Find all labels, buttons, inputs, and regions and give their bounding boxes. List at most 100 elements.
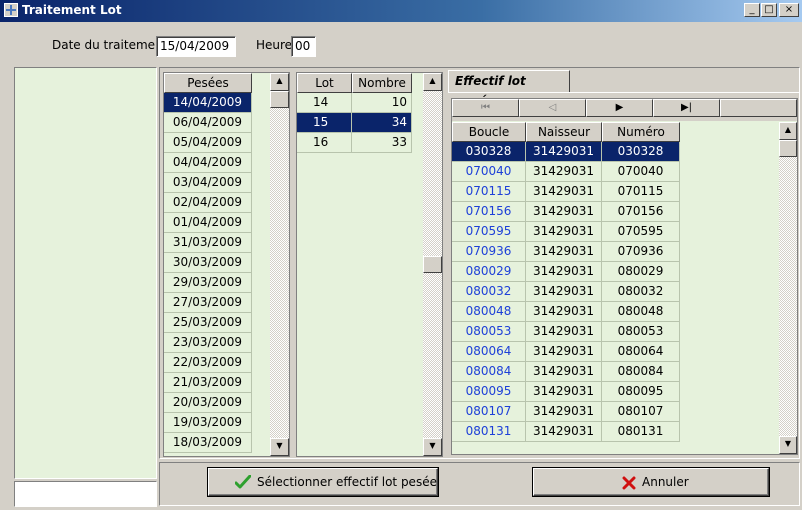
boucle-header[interactable]: Boucle [452,122,526,142]
naisseur-cell[interactable]: 31429031 [526,222,602,242]
scroll-down-icon[interactable]: ▼ [270,438,289,456]
boucle-cell[interactable]: 080131 [452,422,526,442]
numero-cell[interactable]: 070936 [602,242,680,262]
numero-cell[interactable]: 070156 [602,202,680,222]
numero-cell[interactable]: 080131 [602,422,680,442]
nombre-cell[interactable]: 33 [352,133,412,153]
naisseur-cell[interactable]: 31429031 [526,282,602,302]
minimize-button[interactable]: _ [744,3,760,17]
naisseur-cell[interactable]: 31429031 [526,242,602,262]
scroll-thumb[interactable] [779,140,797,157]
numero-cell[interactable]: 080029 [602,262,680,282]
title-bar[interactable]: Traitement Lot _ □ × [0,0,802,22]
nav-first-icon[interactable]: ⏮ [452,99,519,117]
pesee-list-item[interactable]: 03/04/2009 [164,173,252,193]
heure-field[interactable]: 00 [291,36,316,57]
pesees-scrollbar[interactable]: ▲ ▼ [270,73,289,456]
pesee-list-item[interactable]: 18/03/2009 [164,433,252,453]
nav-prev-icon[interactable]: ◁ [519,99,586,117]
numero-cell[interactable]: 080048 [602,302,680,322]
pesee-list-item[interactable]: 31/03/2009 [164,233,252,253]
pesee-list-item[interactable]: 29/03/2009 [164,273,252,293]
pesee-list-item[interactable]: 14/04/2009 [164,93,252,113]
pesee-list-item[interactable]: 21/03/2009 [164,373,252,393]
numero-cell[interactable]: 080084 [602,362,680,382]
scroll-up-icon[interactable]: ▲ [779,122,797,140]
pesee-list-item[interactable]: 04/04/2009 [164,153,252,173]
boucle-cell[interactable]: 070115 [452,182,526,202]
pesee-list-item[interactable]: 02/04/2009 [164,193,252,213]
pesee-list-item[interactable]: 20/03/2009 [164,393,252,413]
naisseur-cell[interactable]: 31429031 [526,422,602,442]
lot-cell[interactable]: 15 [297,113,352,133]
date-field[interactable]: 15/04/2009 [156,36,236,57]
naisseur-cell[interactable]: 31429031 [526,202,602,222]
maximize-button[interactable]: □ [761,3,777,17]
numero-cell[interactable]: 080032 [602,282,680,302]
boucle-cell[interactable]: 080107 [452,402,526,422]
select-effectif-button[interactable]: Sélectionner effectif lot pesée [208,468,438,496]
lot-cell[interactable]: 14 [297,93,352,113]
nav-next-icon[interactable]: ▶ [586,99,653,117]
boucle-cell[interactable]: 080084 [452,362,526,382]
boucle-cell[interactable]: 080053 [452,322,526,342]
numero-cell[interactable]: 080053 [602,322,680,342]
boucle-cell[interactable]: 080064 [452,342,526,362]
pesee-list-item[interactable]: 19/03/2009 [164,413,252,433]
pesee-list-item[interactable]: 27/03/2009 [164,293,252,313]
naisseur-cell[interactable]: 31429031 [526,262,602,282]
pesee-list-item[interactable]: 06/04/2009 [164,113,252,133]
numero-cell[interactable]: 030328 [602,142,680,162]
scroll-thumb[interactable] [270,91,289,108]
lot-scrollbar[interactable]: ▲ ▼ [423,73,442,456]
boucle-cell[interactable]: 080095 [452,382,526,402]
naisseur-cell[interactable]: 31429031 [526,142,602,162]
numero-cell[interactable]: 080095 [602,382,680,402]
scroll-down-icon[interactable]: ▼ [779,436,797,454]
pesee-list-item[interactable]: 23/03/2009 [164,333,252,353]
pesee-list-item[interactable]: 22/03/2009 [164,353,252,373]
naisseur-cell[interactable]: 31429031 [526,382,602,402]
effectif-scrollbar[interactable]: ▲ ▼ [779,122,797,454]
numero-cell[interactable]: 070040 [602,162,680,182]
boucle-cell[interactable]: 080048 [452,302,526,322]
scroll-up-icon[interactable]: ▲ [270,73,289,91]
naisseur-cell[interactable]: 31429031 [526,362,602,382]
scroll-up-icon[interactable]: ▲ [423,73,442,91]
boucle-cell[interactable]: 080032 [452,282,526,302]
lot-cell[interactable]: 16 [297,133,352,153]
lot-header[interactable]: Lot [297,73,352,93]
pesee-list-item[interactable]: 05/04/2009 [164,133,252,153]
naisseur-cell[interactable]: 31429031 [526,342,602,362]
boucle-cell[interactable]: 070936 [452,242,526,262]
naisseur-cell[interactable]: 31429031 [526,322,602,342]
numero-header[interactable]: Numéro [602,122,680,142]
scroll-thumb[interactable] [423,256,442,273]
pesee-list-item[interactable]: 30/03/2009 [164,253,252,273]
numero-cell[interactable]: 080107 [602,402,680,422]
naisseur-cell[interactable]: 31429031 [526,402,602,422]
naisseur-cell[interactable]: 31429031 [526,302,602,322]
pesee-list-item[interactable]: 01/04/2009 [164,213,252,233]
scroll-down-icon[interactable]: ▼ [423,438,442,456]
boucle-cell[interactable]: 080029 [452,262,526,282]
nav-last-icon[interactable]: ▶| [653,99,720,117]
pesees-header[interactable]: Pesées [164,73,252,93]
numero-cell[interactable]: 080064 [602,342,680,362]
numero-cell[interactable]: 070595 [602,222,680,242]
naisseur-cell[interactable]: 31429031 [526,162,602,182]
boucle-cell[interactable]: 070156 [452,202,526,222]
pesee-list-item[interactable]: 25/03/2009 [164,313,252,333]
tab-effectif-lot-pesee[interactable]: Effectif lot pesée [448,70,570,108]
naisseur-cell[interactable]: 31429031 [526,182,602,202]
naisseur-header[interactable]: Naisseur [526,122,602,142]
cancel-button[interactable]: Annuler [533,468,769,496]
nombre-cell[interactable]: 34 [352,113,412,133]
numero-cell[interactable]: 070115 [602,182,680,202]
boucle-cell[interactable]: 070595 [452,222,526,242]
boucle-cell[interactable]: 070040 [452,162,526,182]
boucle-cell[interactable]: 030328 [452,142,526,162]
nombre-header[interactable]: Nombre [352,73,412,93]
nombre-cell[interactable]: 10 [352,93,412,113]
close-button[interactable]: × [779,3,799,17]
